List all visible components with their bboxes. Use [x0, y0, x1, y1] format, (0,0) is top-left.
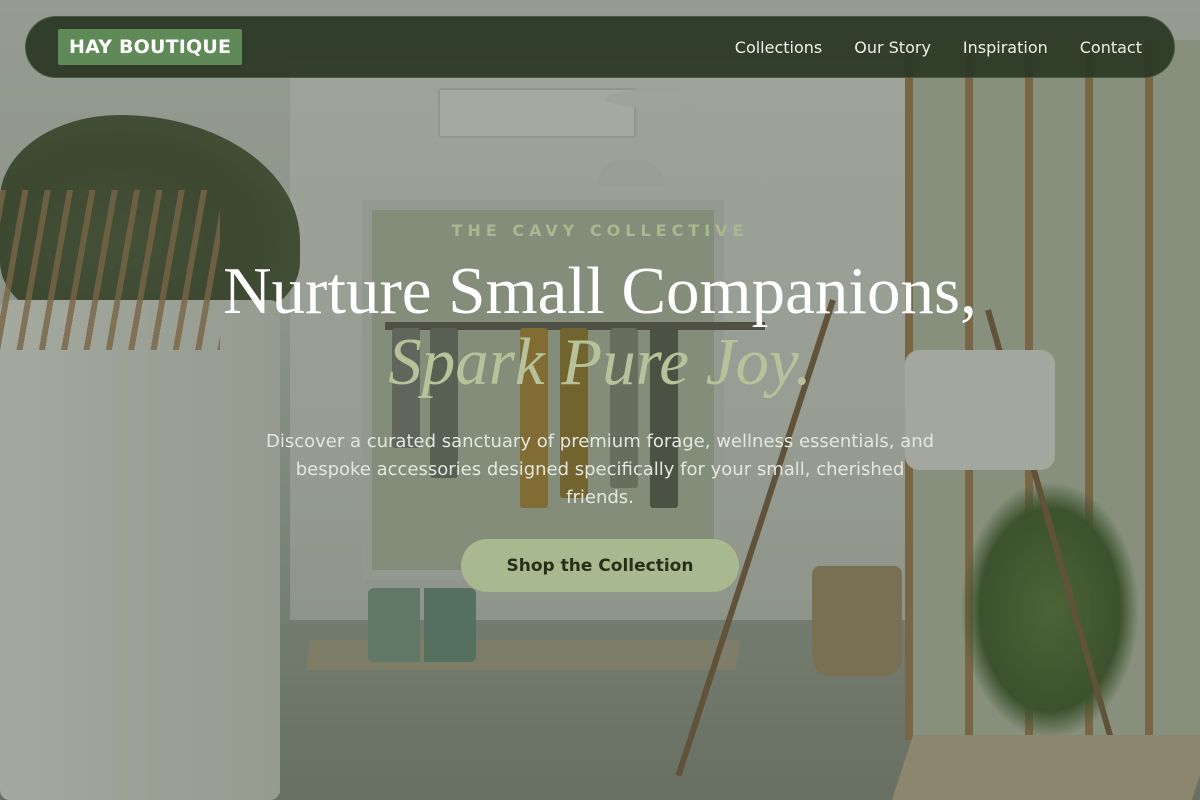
hero-headline-line1: Nurture Small Companions,	[223, 254, 977, 328]
hero-headline-line2: Spark Pure Joy.	[388, 325, 812, 399]
hero-section: THE CAVY COLLECTIVE Nurture Small Compan…	[0, 0, 1200, 800]
hero-eyebrow: THE CAVY COLLECTIVE	[451, 221, 749, 240]
shop-collection-button[interactable]: Shop the Collection	[461, 539, 739, 592]
hero-headline: Nurture Small Companions, Spark Pure Joy…	[0, 258, 1200, 396]
hero-subtext: Discover a curated sanctuary of premium …	[265, 431, 935, 508]
